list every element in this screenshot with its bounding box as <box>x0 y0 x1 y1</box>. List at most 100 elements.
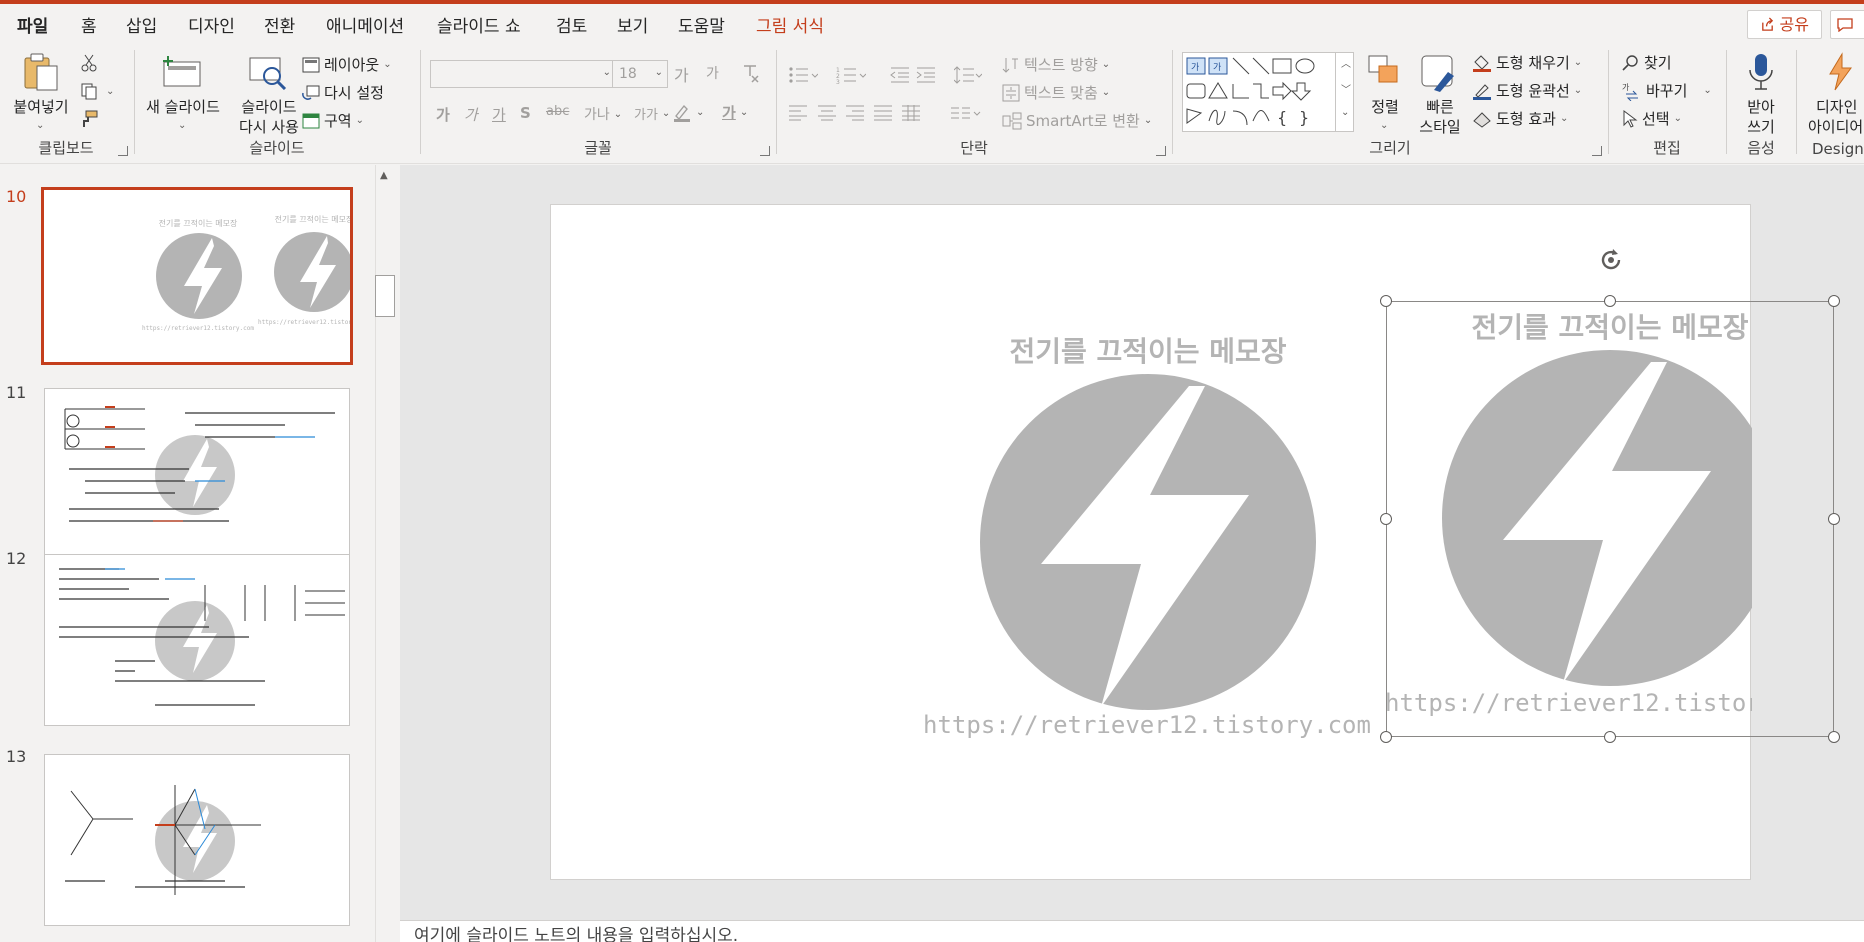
ribbon-tab-row: 파일 홈 삽입 디자인 전환 애니메이션 슬라이드 쇼 검토 보기 도움말 그림… <box>0 4 1864 45</box>
watermark-title-1: 전기를 끄적이는 메모장 <box>1009 335 1286 368</box>
reuse-slides-button[interactable]: 슬라이드 다시 사용 <box>226 50 312 136</box>
tab-design[interactable]: 디자인 <box>188 12 235 37</box>
dictate-button[interactable]: 받아 쓰기 <box>1730 50 1792 136</box>
select-button[interactable]: 선택 ⌄ <box>1622 108 1682 129</box>
change-case-button[interactable]: 가가 ⌄ <box>634 104 670 123</box>
resize-handle-nw[interactable] <box>1380 295 1392 307</box>
slide-thumbnail-13[interactable] <box>44 754 350 926</box>
svg-text:전기를 끄적이는 메모장: 전기를 끄적이는 메모장 <box>159 218 238 228</box>
group-paragraph: 123 텍스트 방향 ⌄ 텍스트 맞춤 ⌄ SmartArt로 변환 ⌄ 단락 <box>778 46 1170 160</box>
dialog-launcher-icon[interactable] <box>760 146 770 156</box>
section-button[interactable]: 구역 ⌄ <box>302 110 364 131</box>
group-drawing: 가 가 { } ︿ ﹀ ⌄ 정렬 ⌄ 빠른 스타일 도형 채우기 ⌄ 도형 윤곽… <box>1174 46 1606 160</box>
tab-transitions[interactable]: 전환 <box>264 12 295 37</box>
tab-file[interactable]: 파일 <box>17 12 48 37</box>
dialog-launcher-icon[interactable] <box>118 146 128 156</box>
shape-outline-button[interactable]: 도형 윤곽선 ⌄ <box>1472 80 1582 101</box>
shapes-gallery[interactable]: 가 가 { } ︿ ﹀ ⌄ <box>1182 52 1354 132</box>
rotate-handle-icon[interactable] <box>1597 246 1625 274</box>
text-shadow-button[interactable]: S <box>520 104 531 122</box>
design-ideas-label-2: 아이디어 <box>1808 118 1864 136</box>
format-painter-icon[interactable] <box>80 110 98 128</box>
bold-button[interactable]: 가 <box>436 104 450 125</box>
increase-indent-icon[interactable] <box>916 66 936 84</box>
quick-styles-label-2: 스타일 <box>1419 118 1461 136</box>
dialog-launcher-icon[interactable] <box>1156 146 1166 156</box>
chevron-down-icon[interactable]: ⌄ <box>106 86 114 97</box>
text-direction-button[interactable]: 텍스트 방향 ⌄ <box>1002 54 1110 75</box>
shape-fill-button[interactable]: 도형 채우기 ⌄ <box>1472 52 1582 73</box>
arrange-button[interactable]: 정렬 ⌄ <box>1360 50 1410 136</box>
highlight-button[interactable]: ⌄ <box>672 102 704 122</box>
tab-review[interactable]: 검토 <box>556 12 587 37</box>
align-text-button[interactable]: 텍스트 맞춤 ⌄ <box>1002 82 1110 103</box>
chevron-down-icon: ⌄ <box>178 120 187 131</box>
shrink-font-button[interactable]: 가 <box>706 63 719 83</box>
group-clipboard: 붙여넣기 ⌄ ⌄ 클립보드 <box>0 46 132 160</box>
font-color-button[interactable]: 가 ⌄ <box>722 102 748 123</box>
paste-icon <box>24 53 58 91</box>
scroll-up-icon[interactable]: ▲ <box>380 170 388 181</box>
new-slide-button[interactable]: 새 슬라이드 ⌄ <box>142 50 224 136</box>
line-spacing-icon[interactable] <box>954 66 982 84</box>
gallery-scroll[interactable]: ︿ ﹀ ⌄ <box>1335 53 1353 131</box>
smartart-icon <box>1002 112 1022 129</box>
underline-button[interactable]: 가 <box>492 104 506 125</box>
tab-animations[interactable]: 애니메이션 <box>326 12 404 37</box>
scrollbar-thumb[interactable] <box>375 275 395 317</box>
numbering-icon[interactable]: 123 <box>836 66 866 84</box>
decrease-indent-icon[interactable] <box>890 66 910 84</box>
watermark-image-1[interactable]: 전기를 끄적이는 메모장 https://retriever12.tistory… <box>923 335 1371 739</box>
group-label-designer: Designer <box>1812 140 1864 158</box>
convert-to-smartart-button[interactable]: SmartArt로 변환 ⌄ <box>1002 110 1152 131</box>
spacing-label: 가나 <box>584 107 610 123</box>
clear-formatting-icon[interactable] <box>740 62 762 84</box>
resize-handle-n[interactable] <box>1604 295 1616 307</box>
share-button[interactable]: 공유 <box>1746 10 1822 39</box>
tab-picture-format[interactable]: 그림 서식 <box>756 12 824 37</box>
strikethrough-button[interactable]: abc <box>546 104 569 119</box>
arrange-icon <box>1368 55 1398 83</box>
thumbnail-content <box>59 568 345 706</box>
layout-label: 레이아웃 <box>324 56 380 74</box>
watermark-url-1: https://retriever12.tistory.com <box>923 711 1371 739</box>
layout-button[interactable]: 레이아웃 ⌄ <box>302 54 392 75</box>
cursor-icon <box>1623 109 1638 128</box>
grow-font-button[interactable]: 가 <box>674 62 689 86</box>
tab-insert[interactable]: 삽입 <box>126 12 157 37</box>
reset-button[interactable]: 다시 설정 <box>302 82 384 103</box>
font-family-select[interactable]: ⌄ <box>430 60 616 88</box>
tab-view[interactable]: 보기 <box>617 12 648 37</box>
resize-handle-sw[interactable] <box>1380 731 1392 743</box>
divider <box>420 50 421 154</box>
italic-button[interactable]: 가 <box>464 104 478 125</box>
slide-thumbnail-12[interactable] <box>44 554 350 726</box>
svg-text:https://retriever12.tistory.co: https://retriever12.tistory.com <box>142 325 254 332</box>
comments-button[interactable] <box>1830 10 1864 39</box>
resize-handle-e[interactable] <box>1828 513 1840 525</box>
tab-help[interactable]: 도움말 <box>678 12 725 37</box>
slide-thumbnail-10[interactable]: 전기를 끄적이는 메모장 https://retriever12.tistory… <box>41 187 353 365</box>
cut-icon[interactable] <box>80 54 98 72</box>
alignment-icons[interactable] <box>788 104 938 122</box>
paste-button[interactable]: 붙여넣기 ⌄ <box>10 50 72 136</box>
columns-icon[interactable] <box>950 104 982 122</box>
resize-handle-ne[interactable] <box>1828 295 1840 307</box>
font-size-select[interactable]: 18 ⌄ <box>612 60 668 88</box>
find-button[interactable]: 찾기 <box>1622 52 1672 73</box>
design-ideas-button[interactable]: 디자인 아이디어 <box>1804 50 1864 136</box>
tab-slideshow[interactable]: 슬라이드 쇼 <box>437 12 521 37</box>
notes-input[interactable]: 여기에 슬라이드 노트의 내용을 입력하십시오. <box>400 920 1864 942</box>
dialog-launcher-icon[interactable] <box>1592 146 1602 156</box>
shape-effects-button[interactable]: 도형 효과 ⌄ <box>1472 108 1568 129</box>
resize-handle-s[interactable] <box>1604 731 1616 743</box>
bullets-icon[interactable] <box>788 66 818 84</box>
resize-handle-w[interactable] <box>1380 513 1392 525</box>
resize-handle-se[interactable] <box>1828 731 1840 743</box>
quick-styles-button[interactable]: 빠른 스타일 <box>1410 50 1470 136</box>
slide-thumbnail-11[interactable] <box>44 388 350 560</box>
replace-button[interactable]: 가 바꾸기 ⌄ <box>1622 80 1712 101</box>
tab-home[interactable]: 홈 <box>81 12 97 45</box>
copy-icon[interactable] <box>80 82 98 100</box>
character-spacing-button[interactable]: 가나 ⌄ <box>584 104 622 124</box>
